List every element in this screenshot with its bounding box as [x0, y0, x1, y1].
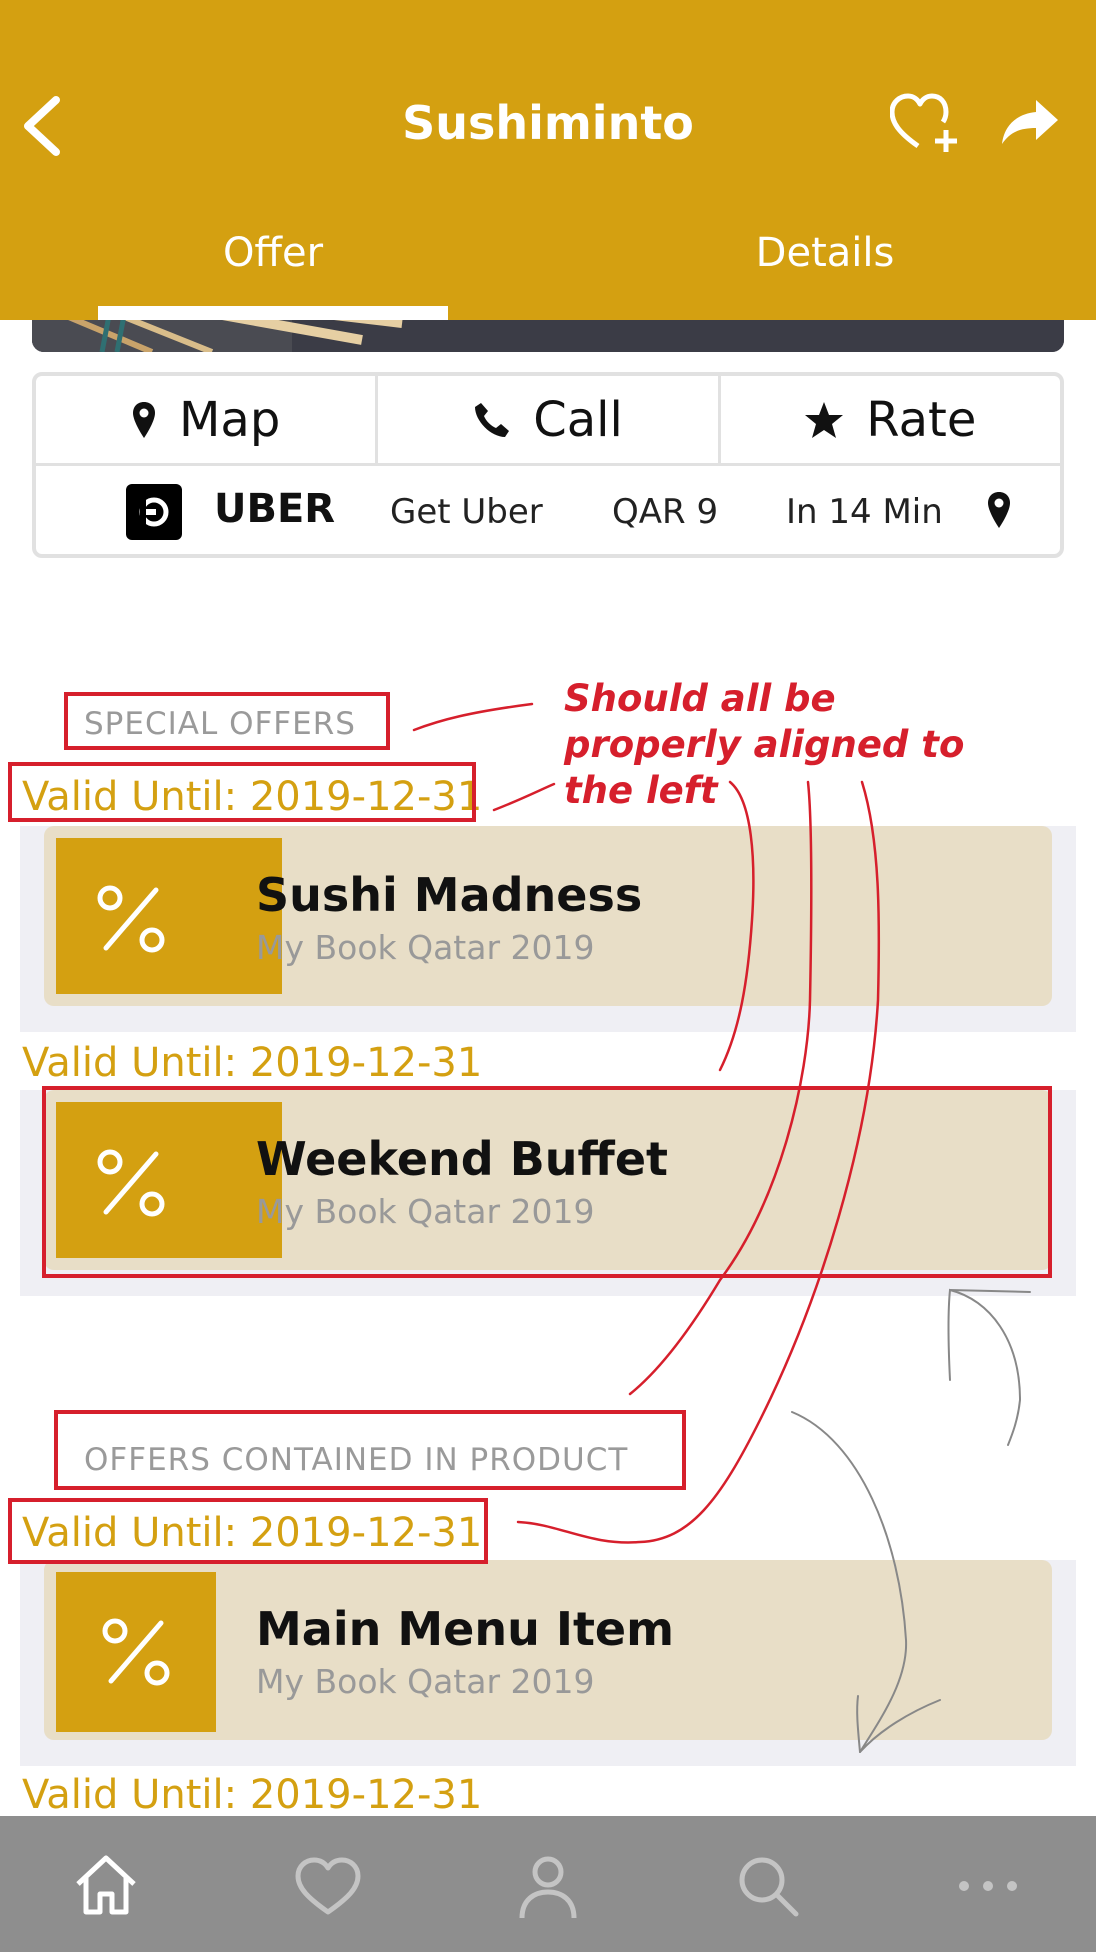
call-button[interactable]: Call [378, 376, 721, 463]
annotation-box [54, 1410, 686, 1490]
offer-subtitle: My Book Qatar 2019 [256, 928, 595, 967]
annotation-box [64, 692, 390, 750]
offer-card-sushi-madness[interactable]: Sushi Madness My Book Qatar 2019 [44, 826, 1052, 1006]
annotation-box [8, 1498, 488, 1564]
search-tab[interactable] [730, 1848, 806, 1924]
offer-card-main-menu-item[interactable]: Main Menu Item My Book Qatar 2019 [44, 1560, 1052, 1740]
annotation-line: properly aligned to [564, 723, 965, 766]
profile-icon [519, 1856, 577, 1919]
profile-tab[interactable] [510, 1848, 586, 1924]
uber-row[interactable]: UBER Get Uber QAR 9 In 14 Min [36, 466, 1060, 554]
percent-icon-tile [56, 1572, 216, 1732]
map-pin-icon [133, 401, 156, 438]
bottom-tab-bar [0, 1816, 1096, 1952]
annotation-box [42, 1086, 1052, 1278]
action-panel: Map Call Rate UBER Get Uber QAR 9 In 14 … [32, 372, 1064, 558]
uber-eta: In 14 Min [786, 492, 943, 532]
tab-offer[interactable]: Offer [98, 230, 448, 290]
map-label: Map [179, 391, 281, 448]
more-icon [959, 1881, 1017, 1891]
offer-row: Main Menu Item My Book Qatar 2019 [20, 1560, 1076, 1766]
uber-brand: UBER [214, 486, 336, 532]
offer-valid-until: Valid Until: 2019-12-31 [22, 1040, 483, 1086]
offer-title: Sushi Madness [256, 868, 643, 922]
uber-logo-icon [126, 484, 182, 540]
home-tab[interactable] [68, 1848, 144, 1924]
location-pin-icon[interactable] [986, 490, 1012, 530]
action-row: Map Call Rate [36, 376, 1060, 466]
percent-icon [97, 885, 165, 953]
share-button[interactable] [996, 92, 1066, 156]
offer-valid-until: Valid Until: 2019-12-31 [22, 1772, 483, 1818]
annotation-line: Should all be [564, 677, 836, 720]
heart-icon [295, 1857, 361, 1915]
tab-details[interactable]: Details [650, 230, 1000, 290]
home-icon [76, 1855, 136, 1915]
map-button[interactable]: Map [36, 376, 379, 463]
add-favorite-button[interactable] [889, 92, 962, 156]
search-icon [739, 1857, 799, 1917]
rate-button[interactable]: Rate [721, 376, 1060, 463]
annotation-note: Should all be properly aligned to the le… [564, 676, 964, 814]
annotation-line: the left [564, 769, 718, 812]
offer-title: Main Menu Item [256, 1602, 675, 1656]
offer-subtitle: My Book Qatar 2019 [256, 1662, 595, 1701]
uber-price: QAR 9 [612, 492, 719, 532]
favorites-tab[interactable] [290, 1848, 366, 1924]
annotation-box [8, 762, 476, 822]
heart-plus-icon [889, 93, 957, 152]
rate-label: Rate [866, 391, 977, 448]
share-arrow-icon [1002, 100, 1058, 144]
offer-row: Sushi Madness My Book Qatar 2019 [20, 826, 1076, 1032]
phone-icon [475, 402, 510, 437]
active-tab-indicator [98, 306, 448, 320]
app-header: Sushiminto Offer Details [0, 0, 1096, 320]
more-tab[interactable] [950, 1848, 1026, 1924]
percent-icon-tile [56, 838, 282, 994]
call-label: Call [533, 391, 623, 448]
get-uber-link[interactable]: Get Uber [390, 492, 543, 532]
percent-icon [102, 1618, 170, 1686]
star-icon [805, 401, 844, 438]
